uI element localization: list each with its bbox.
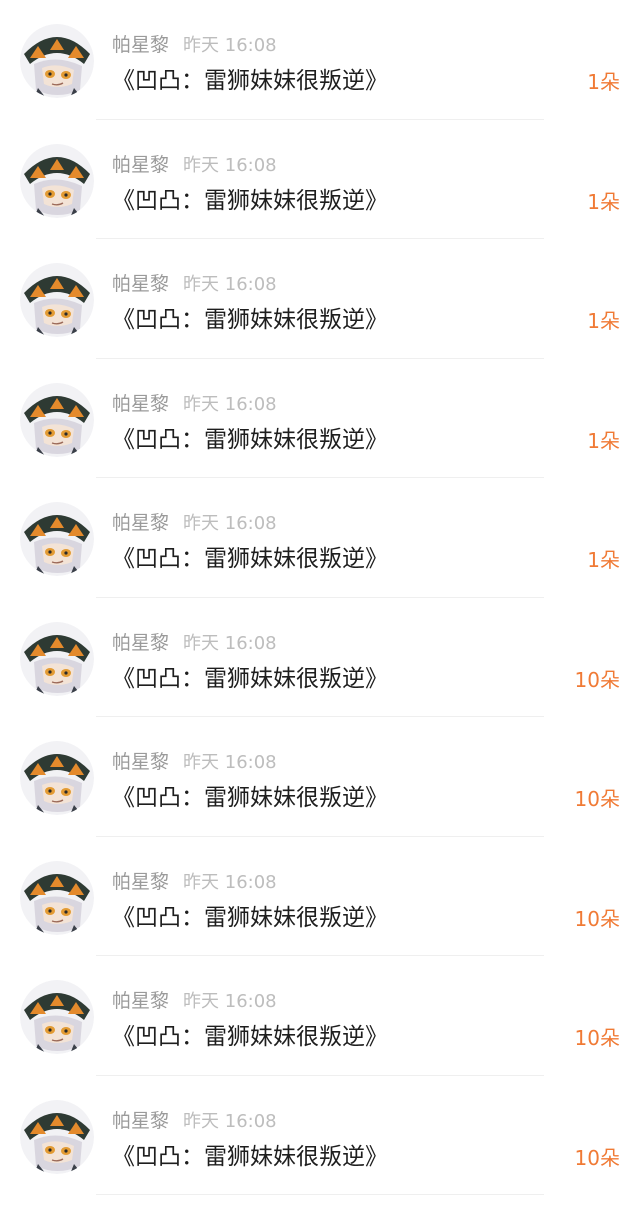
timestamp: 昨天 16:08 xyxy=(183,752,277,773)
gift-amount: 10朵 xyxy=(574,787,620,811)
list-item[interactable]: 帕星黎 昨天 16:08 《凹凸：雷狮妹妹很叛逆》 10朵 xyxy=(0,717,640,837)
list-item[interactable]: 帕星黎 昨天 16:08 《凹凸：雷狮妹妹很叛逆》 1朵 xyxy=(0,478,640,598)
book-title[interactable]: 《凹凸：雷狮妹妹很叛逆》 xyxy=(112,1140,388,1174)
book-title[interactable]: 《凹凸：雷狮妹妹很叛逆》 xyxy=(112,542,388,576)
sender-name[interactable]: 帕星黎 xyxy=(112,632,169,654)
avatar-icon[interactable] xyxy=(20,382,94,457)
book-title[interactable]: 《凹凸：雷狮妹妹很叛逆》 xyxy=(112,303,388,337)
avatar-icon[interactable] xyxy=(20,1099,94,1174)
gift-amount: 10朵 xyxy=(574,906,620,931)
avatar-icon[interactable] xyxy=(20,502,94,576)
book-title[interactable]: 《凹凸：雷狮妹妹很叛逆》 xyxy=(112,423,388,457)
sender-name[interactable]: 帕星黎 xyxy=(112,34,169,56)
book-title[interactable]: 《凹凸：雷狮妹妹很叛逆》 xyxy=(112,901,388,935)
item-meta: 帕星黎 昨天 16:08 xyxy=(112,987,277,1015)
list-item[interactable]: 帕星黎 昨天 16:08 《凹凸：雷狮妹妹很叛逆》 10朵 xyxy=(0,1076,640,1196)
list-item[interactable]: 帕星黎 昨天 16:08 《凹凸：雷狮妹妹很叛逆》 1朵 xyxy=(0,120,640,240)
list-item[interactable]: 帕星黎 昨天 16:08 《凹凸：雷狮妹妹很叛逆》 1朵 xyxy=(0,359,640,479)
list-item[interactable]: 帕星黎 昨天 16:08 《凹凸：雷狮妹妹很叛逆》 10朵 xyxy=(0,598,640,718)
avatar-icon[interactable] xyxy=(20,621,94,696)
timestamp: 昨天 16:08 xyxy=(183,393,277,415)
timestamp: 昨天 16:08 xyxy=(183,871,277,893)
item-meta: 帕星黎 昨天 16:08 xyxy=(112,151,277,179)
sender-name[interactable]: 帕星黎 xyxy=(112,273,169,295)
item-meta: 帕星黎 昨天 16:08 xyxy=(112,270,277,298)
timestamp: 昨天 16:08 xyxy=(183,35,277,56)
gift-amount: 1朵 xyxy=(587,428,620,453)
list-item[interactable]: 帕星黎 昨天 16:08 《凹凸：雷狮妹妹很叛逆》 10朵 xyxy=(0,956,640,1076)
book-title[interactable]: 《凹凸：雷狮妹妹很叛逆》 xyxy=(112,64,388,98)
book-title[interactable]: 《凹凸：雷狮妹妹很叛逆》 xyxy=(112,184,388,218)
timestamp: 昨天 16:08 xyxy=(183,991,277,1012)
gift-amount: 10朵 xyxy=(574,667,620,692)
avatar-icon[interactable] xyxy=(20,263,94,337)
list-item[interactable]: 帕星黎 昨天 16:08 《凹凸：雷狮妹妹很叛逆》 1朵 xyxy=(0,0,640,120)
list-item[interactable]: 帕星黎 昨天 16:08 《凹凸：雷狮妹妹很叛逆》 1朵 xyxy=(0,239,640,359)
gift-amount: 1朵 xyxy=(587,189,620,214)
gift-amount: 1朵 xyxy=(587,70,620,94)
book-title[interactable]: 《凹凸：雷狮妹妹很叛逆》 xyxy=(112,1020,388,1054)
sender-name[interactable]: 帕星黎 xyxy=(112,751,169,773)
item-meta: 帕星黎 昨天 16:08 xyxy=(112,390,277,418)
avatar-icon[interactable] xyxy=(20,980,94,1054)
sender-name[interactable]: 帕星黎 xyxy=(112,990,169,1012)
sender-name[interactable]: 帕星黎 xyxy=(112,393,169,415)
avatar-icon[interactable] xyxy=(20,860,94,935)
gift-amount: 1朵 xyxy=(587,548,620,572)
timestamp: 昨天 16:08 xyxy=(183,1110,277,1132)
gift-record-list: 帕星黎 昨天 16:08 《凹凸：雷狮妹妹很叛逆》 1朵 帕星黎 昨天 16:0… xyxy=(0,0,640,1195)
item-meta: 帕星黎 昨天 16:08 xyxy=(112,509,277,537)
item-meta: 帕星黎 昨天 16:08 xyxy=(112,629,277,657)
sender-name[interactable]: 帕星黎 xyxy=(112,1110,169,1132)
book-title[interactable]: 《凹凸：雷狮妹妹很叛逆》 xyxy=(112,781,388,815)
gift-amount: 1朵 xyxy=(587,309,620,333)
gift-amount: 10朵 xyxy=(574,1026,620,1050)
avatar-icon[interactable] xyxy=(20,143,94,218)
timestamp: 昨天 16:08 xyxy=(183,632,277,654)
sender-name[interactable]: 帕星黎 xyxy=(112,512,169,534)
sender-name[interactable]: 帕星黎 xyxy=(112,154,169,176)
item-meta: 帕星黎 昨天 16:08 xyxy=(112,1107,277,1135)
book-title[interactable]: 《凹凸：雷狮妹妹很叛逆》 xyxy=(112,662,388,696)
gift-amount: 10朵 xyxy=(574,1145,620,1170)
avatar-icon[interactable] xyxy=(20,741,94,815)
sender-name[interactable]: 帕星黎 xyxy=(112,871,169,893)
item-meta: 帕星黎 昨天 16:08 xyxy=(112,868,277,896)
avatar-icon[interactable] xyxy=(20,24,94,98)
list-item[interactable]: 帕星黎 昨天 16:08 《凹凸：雷狮妹妹很叛逆》 10朵 xyxy=(0,837,640,957)
timestamp: 昨天 16:08 xyxy=(183,154,277,176)
timestamp: 昨天 16:08 xyxy=(183,513,277,534)
item-meta: 帕星黎 昨天 16:08 xyxy=(112,748,277,776)
timestamp: 昨天 16:08 xyxy=(183,274,277,295)
item-meta: 帕星黎 昨天 16:08 xyxy=(112,31,277,59)
